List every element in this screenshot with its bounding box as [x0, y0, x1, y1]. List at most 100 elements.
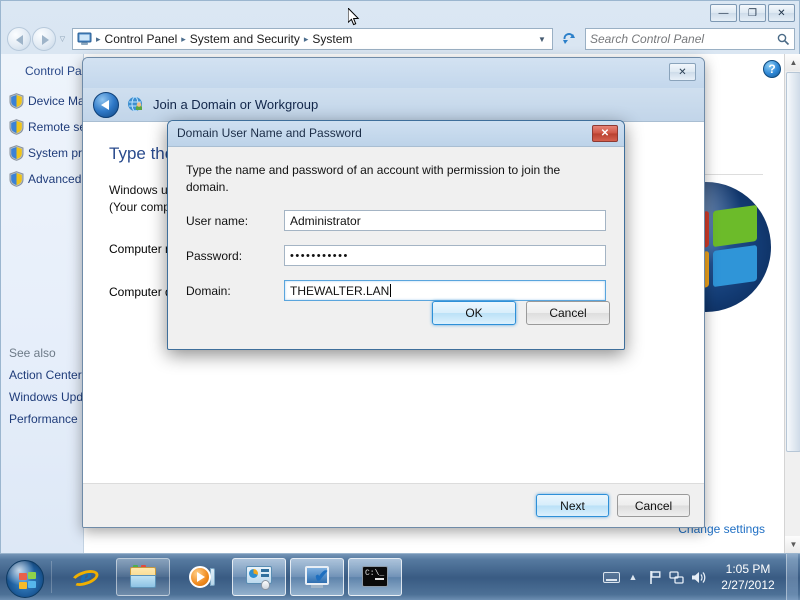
ok-button[interactable]: OK: [432, 301, 516, 325]
vertical-scrollbar[interactable]: ▲ ▼: [784, 54, 800, 553]
scroll-down-icon[interactable]: ▼: [785, 536, 800, 553]
shield-icon: [9, 145, 24, 161]
breadcrumb-item-system-and-security[interactable]: System and Security: [188, 32, 302, 46]
see-also-section: See also Action Center Windows Update Pe…: [7, 344, 83, 430]
dialog-title: Domain User Name and Password: [177, 126, 362, 140]
user-name-row: User name: Administrator: [186, 210, 606, 231]
wizard-cancel-button[interactable]: Cancel: [617, 494, 690, 517]
sidebar-item-advanced-system-settings[interactable]: Advanced system settings: [7, 166, 83, 192]
wizard-next-button[interactable]: Next: [536, 494, 609, 517]
domain-label: Domain:: [186, 283, 231, 298]
wizard-close-button[interactable]: ✕: [669, 63, 696, 81]
taskbar-item-control-panel[interactable]: [232, 558, 286, 596]
password-input[interactable]: •••••••••••: [284, 245, 606, 266]
sidebar-item-label: System protection: [28, 146, 83, 160]
navigation-arrows: ▽: [7, 27, 68, 51]
taskbar-divider: [51, 561, 52, 593]
volume-icon[interactable]: [688, 557, 710, 597]
sidebar-header[interactable]: Control Panel Home: [7, 62, 83, 88]
breadcrumb-separator: ▸: [303, 33, 309, 44]
dialog-close-button[interactable]: ✕: [592, 125, 618, 142]
clock[interactable]: 1:05 PM 2/27/2012: [710, 554, 786, 600]
search-icon: [777, 33, 790, 45]
dialog-titlebar: Domain User Name and Password ✕: [168, 121, 624, 147]
control-panel-sidebar: Control Panel Home Device Manager: [1, 54, 83, 553]
dialog-button-row: OK Cancel: [432, 301, 610, 325]
network-icon[interactable]: [666, 557, 688, 597]
explorer-titlebar: — ❐ ✕: [1, 1, 800, 23]
wizard-footer: Next Cancel: [83, 483, 704, 527]
dialog-body: Type the name and password of an account…: [168, 148, 624, 315]
server-manager-icon: ✔: [302, 563, 332, 591]
taskbar-item-command-prompt[interactable]: C:\_: [348, 558, 402, 596]
start-button[interactable]: [3, 557, 47, 598]
back-button[interactable]: [7, 27, 31, 51]
taskbar-item-server-manager[interactable]: ✔: [290, 558, 344, 596]
command-prompt-icon: C:\_: [360, 563, 390, 591]
wizard-titlebar: ✕: [83, 58, 704, 88]
sidebar-item-label: Device Manager: [28, 94, 83, 108]
system-tray: ▲ 1:05 PM 2/27/2012: [600, 553, 800, 600]
scrollbar-thumb[interactable]: [786, 72, 800, 452]
cancel-button[interactable]: Cancel: [526, 301, 610, 325]
minimize-button[interactable]: —: [710, 4, 737, 22]
window-controls: — ❐ ✕: [710, 4, 795, 22]
domain-row: Domain: THEWALTER.LAN: [186, 280, 606, 301]
sidebar-item-system-protection[interactable]: System protection: [7, 140, 83, 166]
sidebar-item-device-manager[interactable]: Device Manager: [7, 88, 83, 114]
taskbar-item-windows-explorer[interactable]: [116, 558, 170, 596]
internet-explorer-icon: e: [69, 563, 101, 591]
breadcrumb-separator: ▸: [181, 33, 186, 44]
action-center-flag-icon[interactable]: [644, 557, 666, 597]
recent-pages-dropdown-icon[interactable]: ▽: [57, 27, 68, 51]
media-player-icon: [186, 563, 216, 591]
network-computer-icon: [127, 96, 145, 114]
domain-user-name-and-password-dialog: Domain User Name and Password ✕ Type the…: [167, 120, 625, 350]
clock-time: 1:05 PM: [725, 562, 771, 576]
show-desktop-button[interactable]: [786, 553, 798, 600]
see-also-title: See also: [9, 346, 56, 360]
maximize-button[interactable]: ❐: [739, 4, 766, 22]
scroll-up-icon[interactable]: ▲: [785, 54, 800, 71]
control-panel-icon: [244, 563, 274, 591]
see-also-item-performance-information-and-tools[interactable]: Performance Information and Tools: [7, 408, 83, 430]
breadcrumb-item-control-panel[interactable]: Control Panel: [103, 32, 180, 46]
breadcrumb[interactable]: ▸ Control Panel ▸ System and Security ▸ …: [72, 28, 553, 50]
breadcrumb-item-system[interactable]: System: [310, 32, 354, 46]
sidebar-item-label: Advanced system settings: [28, 172, 83, 186]
tablet-input-panel-icon[interactable]: [600, 557, 622, 597]
forward-button[interactable]: [32, 27, 56, 51]
mouse-cursor: [347, 6, 360, 27]
text-caret: [390, 284, 392, 297]
show-hidden-icons-chevron-icon[interactable]: ▲: [622, 557, 644, 597]
wizard-nav-row: Join a Domain or Workgroup: [83, 88, 704, 122]
folder-icon: [128, 563, 158, 591]
user-name-input[interactable]: Administrator: [284, 210, 606, 231]
password-row: Password: •••••••••••: [186, 245, 606, 266]
sidebar-item-label: Remote settings: [28, 120, 83, 134]
domain-input-value: THEWALTER.LAN: [290, 284, 390, 298]
taskbar: e ✔ C:\_ ▲ 1:05 PM 2/27/2012: [0, 553, 800, 600]
see-also-item-windows-update[interactable]: Windows Update: [7, 386, 83, 408]
close-button[interactable]: ✕: [768, 4, 795, 22]
windows-logo-icon: [6, 560, 44, 598]
computer-icon: [77, 32, 92, 46]
refresh-icon[interactable]: [557, 28, 581, 50]
wizard-title: Join a Domain or Workgroup: [153, 97, 319, 112]
taskbar-item-internet-explorer[interactable]: e: [58, 558, 112, 596]
sidebar-item-remote-settings[interactable]: Remote settings: [7, 114, 83, 140]
address-bar-row: ▽ ▸ Control Panel ▸ System and Security …: [1, 25, 800, 53]
taskbar-item-windows-media-player[interactable]: [174, 558, 228, 596]
see-also-item-action-center[interactable]: Action Center: [7, 364, 83, 386]
breadcrumb-separator: ▸: [96, 33, 101, 44]
help-icon[interactable]: ?: [763, 60, 781, 78]
shield-icon: [9, 119, 24, 135]
clock-date: 2/27/2012: [721, 578, 775, 592]
wizard-back-button[interactable]: [93, 91, 119, 118]
domain-input[interactable]: THEWALTER.LAN: [284, 280, 606, 301]
user-name-label: User name:: [186, 213, 249, 228]
search-input[interactable]: Search Control Panel: [585, 28, 795, 50]
search-placeholder: Search Control Panel: [590, 32, 705, 46]
shield-icon: [9, 93, 24, 109]
chevron-down-icon[interactable]: ▼: [534, 29, 550, 49]
